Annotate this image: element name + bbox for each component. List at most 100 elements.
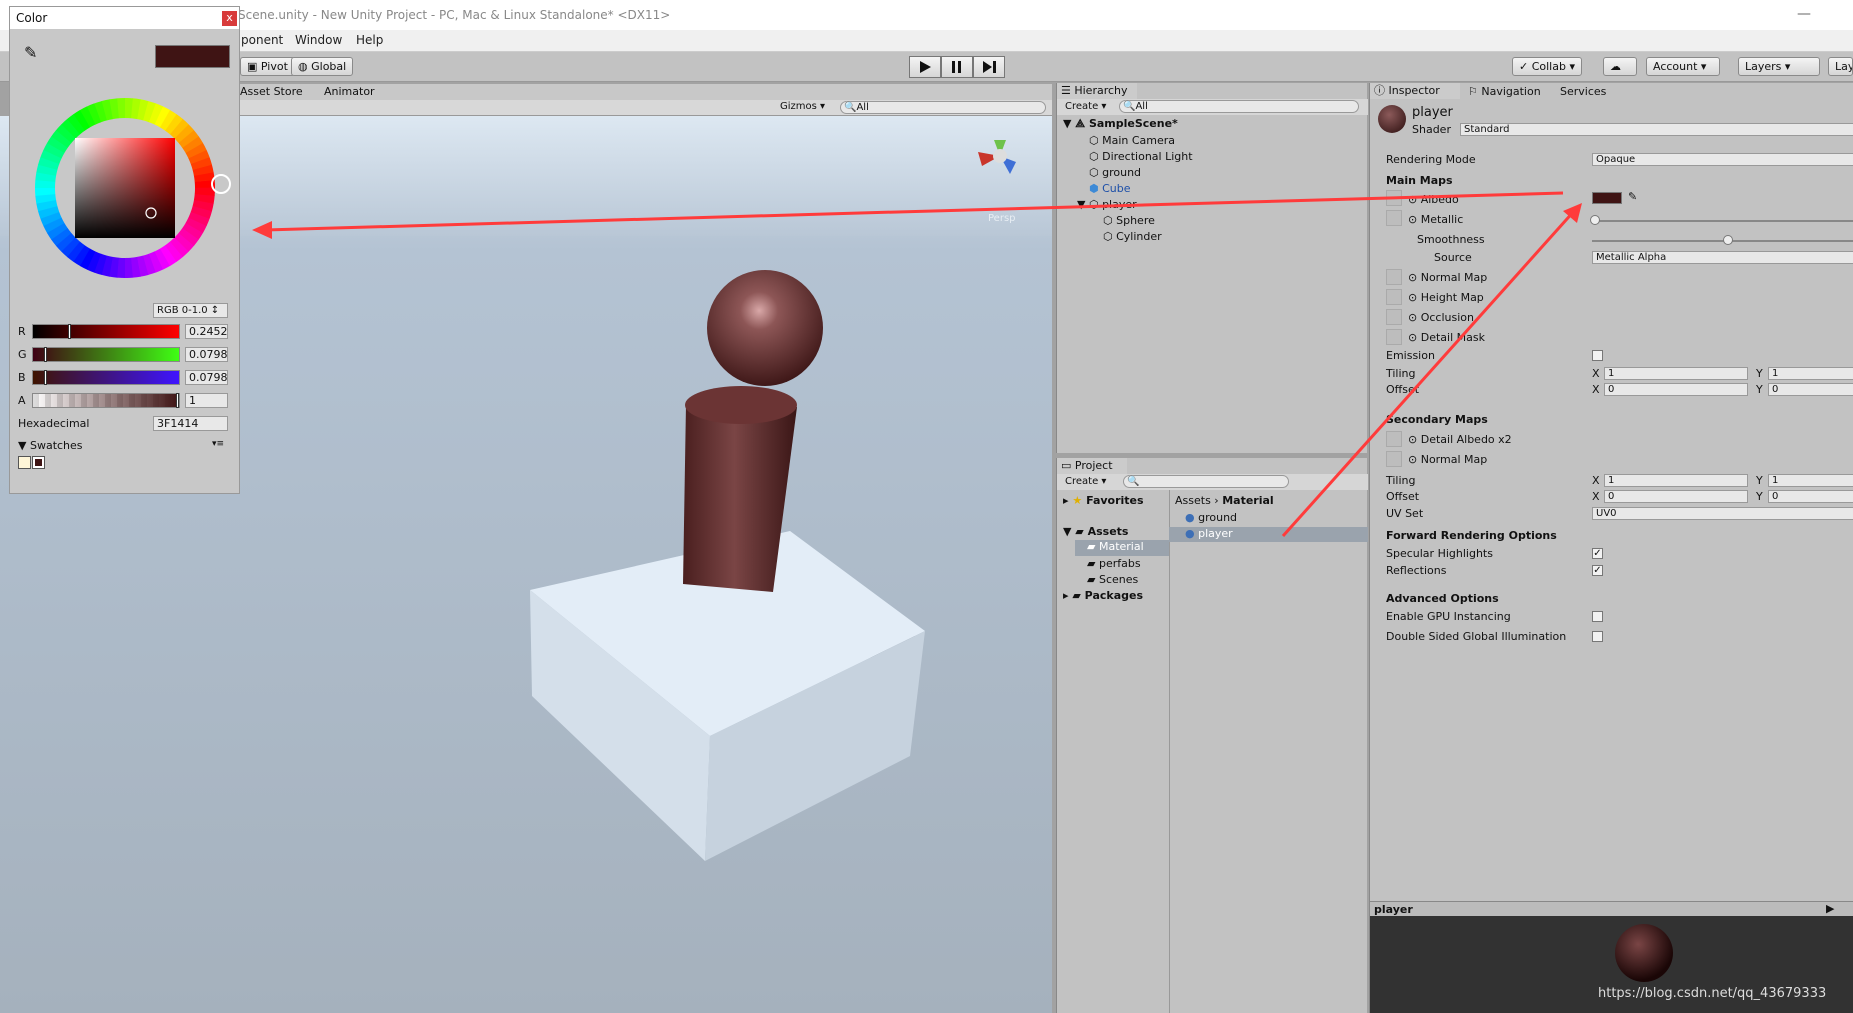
file-player[interactable]: ● player <box>1169 527 1368 542</box>
play-button[interactable] <box>909 56 941 78</box>
r-handle[interactable] <box>68 324 71 339</box>
cloud-button[interactable]: ☁ <box>1603 57 1637 76</box>
hierarchy-item[interactable]: ⬡ ground <box>1089 166 1141 179</box>
folder-material[interactable]: ▰ Material <box>1075 540 1169 556</box>
a-slider[interactable] <box>32 393 180 408</box>
scene-root[interactable]: ▼ ⟁ SampleScene* <box>1063 117 1178 131</box>
sphere[interactable] <box>707 270 823 386</box>
minimize-button[interactable]: — <box>1797 6 1811 22</box>
hierarchy-item[interactable]: ⬡ Directional Light <box>1089 150 1193 163</box>
packages-item[interactable]: ▸ ▰ Packages <box>1063 589 1143 602</box>
specular-checkbox[interactable]: ✓ <box>1592 548 1603 559</box>
tiling2-x-field[interactable]: 1 <box>1604 474 1748 487</box>
metallic-handle[interactable] <box>1590 215 1600 225</box>
hex-field[interactable]: 3F1414 <box>153 416 228 431</box>
detail-albedo-slot[interactable] <box>1386 431 1402 447</box>
tab-inspector[interactable]: ⓘ Inspector <box>1370 83 1460 99</box>
normal-map-slot[interactable] <box>1386 269 1402 285</box>
shader-dropdown[interactable]: Standard <box>1460 123 1853 136</box>
metallic-slot[interactable] <box>1386 210 1402 226</box>
tab-hierarchy[interactable]: ☰ Hierarchy <box>1057 83 1137 99</box>
metallic-slider[interactable] <box>1592 220 1853 222</box>
source-dropdown[interactable]: Metallic Alpha <box>1592 251 1853 264</box>
close-button[interactable]: x <box>222 11 237 26</box>
new-swatch-button[interactable] <box>18 456 31 469</box>
hierarchy-item[interactable]: ⬢ Cube <box>1089 182 1131 195</box>
double-sided-checkbox[interactable] <box>1592 631 1603 642</box>
a-handle[interactable] <box>176 393 179 408</box>
hierarchy-item[interactable]: ▼ ⬡ player <box>1077 198 1137 211</box>
detail-mask-slot[interactable] <box>1386 329 1402 345</box>
pause-button[interactable] <box>941 56 973 78</box>
offset-y-field[interactable]: 0 <box>1768 383 1853 396</box>
hierarchy-item[interactable]: ⬡ Main Camera <box>1089 134 1175 147</box>
r-slider[interactable] <box>32 324 180 339</box>
b-slider[interactable] <box>32 370 180 385</box>
pivot-button[interactable]: ▣ Pivot <box>240 57 295 76</box>
secondary-normal-slot[interactable] <box>1386 451 1402 467</box>
tiling2-y-field[interactable]: 1 <box>1768 474 1853 487</box>
folder-perfabs[interactable]: ▰ perfabs <box>1087 557 1141 570</box>
tab-services[interactable]: Services <box>1560 85 1606 98</box>
eyedropper-icon[interactable]: ✎ <box>24 43 37 62</box>
b-handle[interactable] <box>44 370 47 385</box>
file-ground[interactable]: ● ground <box>1185 511 1237 524</box>
layout-button[interactable]: Lay <box>1828 57 1853 76</box>
b-field[interactable]: 0.0798 <box>185 370 228 385</box>
tab-project[interactable]: ▭ Project <box>1057 458 1127 474</box>
emission-checkbox[interactable] <box>1592 350 1603 361</box>
account-button[interactable]: Account ▾ <box>1646 57 1720 76</box>
offset-x-field[interactable]: 0 <box>1604 383 1748 396</box>
eyedropper-icon[interactable]: ✎ <box>1628 190 1637 203</box>
breadcrumb-material[interactable]: Material <box>1222 494 1273 507</box>
menu-window[interactable]: Window <box>295 33 342 47</box>
r-field[interactable]: 0.2452 <box>185 324 228 339</box>
scene-gizmo[interactable] <box>978 140 1016 174</box>
swatches-header[interactable]: ▼ Swatches <box>18 439 83 452</box>
hierarchy-item[interactable]: ⬡ Sphere <box>1103 214 1155 227</box>
preview-play-icon[interactable]: ▶ <box>1826 902 1834 915</box>
g-field[interactable]: 0.0798 <box>185 347 228 362</box>
height-map-slot[interactable] <box>1386 289 1402 305</box>
hierarchy-create-button[interactable]: Create ▾ <box>1065 101 1106 112</box>
hierarchy-search-input[interactable]: 🔍All <box>1119 100 1359 113</box>
offset2-y-field[interactable]: 0 <box>1768 490 1853 503</box>
occlusion-slot[interactable] <box>1386 309 1402 325</box>
folder-scenes[interactable]: ▰ Scenes <box>1087 573 1138 586</box>
color-mode-dropdown[interactable]: RGB 0-1.0 ↕ <box>153 303 228 318</box>
tiling-y-field[interactable]: 1 <box>1768 367 1853 380</box>
swatches-menu-icon[interactable]: ▾≡ <box>212 439 224 449</box>
scene-search-input[interactable]: 🔍All <box>840 101 1046 114</box>
hierarchy-item[interactable]: ⬡ Cylinder <box>1103 230 1162 243</box>
collab-button[interactable]: ✓ Collab ▾ <box>1512 57 1582 76</box>
tiling-x-field[interactable]: 1 <box>1604 367 1748 380</box>
favorites-item[interactable]: ▸ ★ Favorites <box>1063 494 1144 507</box>
global-button[interactable]: ◍ Global <box>291 57 354 76</box>
swatch[interactable] <box>32 456 45 469</box>
tab-navigation[interactable]: ⚐ Navigation <box>1468 85 1541 98</box>
a-field[interactable]: 1 <box>185 393 228 408</box>
breadcrumb-assets[interactable]: Assets <box>1175 494 1211 507</box>
project-search-input[interactable]: 🔍 <box>1123 475 1289 488</box>
step-button[interactable] <box>973 56 1005 78</box>
assets-item[interactable]: ▼ ▰ Assets <box>1063 525 1128 538</box>
albedo-color-swatch[interactable] <box>1592 192 1622 204</box>
g-handle[interactable] <box>44 347 47 362</box>
tab-animator[interactable]: Animator <box>324 85 375 98</box>
offset2-x-field[interactable]: 0 <box>1604 490 1748 503</box>
reflections-checkbox[interactable]: ✓ <box>1592 565 1603 576</box>
tab-asset-store[interactable]: Asset Store <box>240 85 303 98</box>
albedo-slot[interactable] <box>1386 190 1402 206</box>
hue-wheel[interactable] <box>16 79 234 297</box>
color-window-title: Color <box>10 7 239 29</box>
menu-component[interactable]: ponent <box>241 33 283 47</box>
menu-help[interactable]: Help <box>356 33 383 47</box>
rendering-mode-dropdown[interactable]: Opaque <box>1592 153 1853 166</box>
layers-button[interactable]: Layers ▾ <box>1738 57 1820 76</box>
g-slider[interactable] <box>32 347 180 362</box>
uv-set-dropdown[interactable]: UV0 <box>1592 507 1853 520</box>
gizmos-dropdown[interactable]: Gizmos ▾ <box>780 101 825 112</box>
smoothness-handle[interactable] <box>1723 235 1733 245</box>
project-create-button[interactable]: Create ▾ <box>1065 476 1106 487</box>
gpu-instancing-checkbox[interactable] <box>1592 611 1603 622</box>
